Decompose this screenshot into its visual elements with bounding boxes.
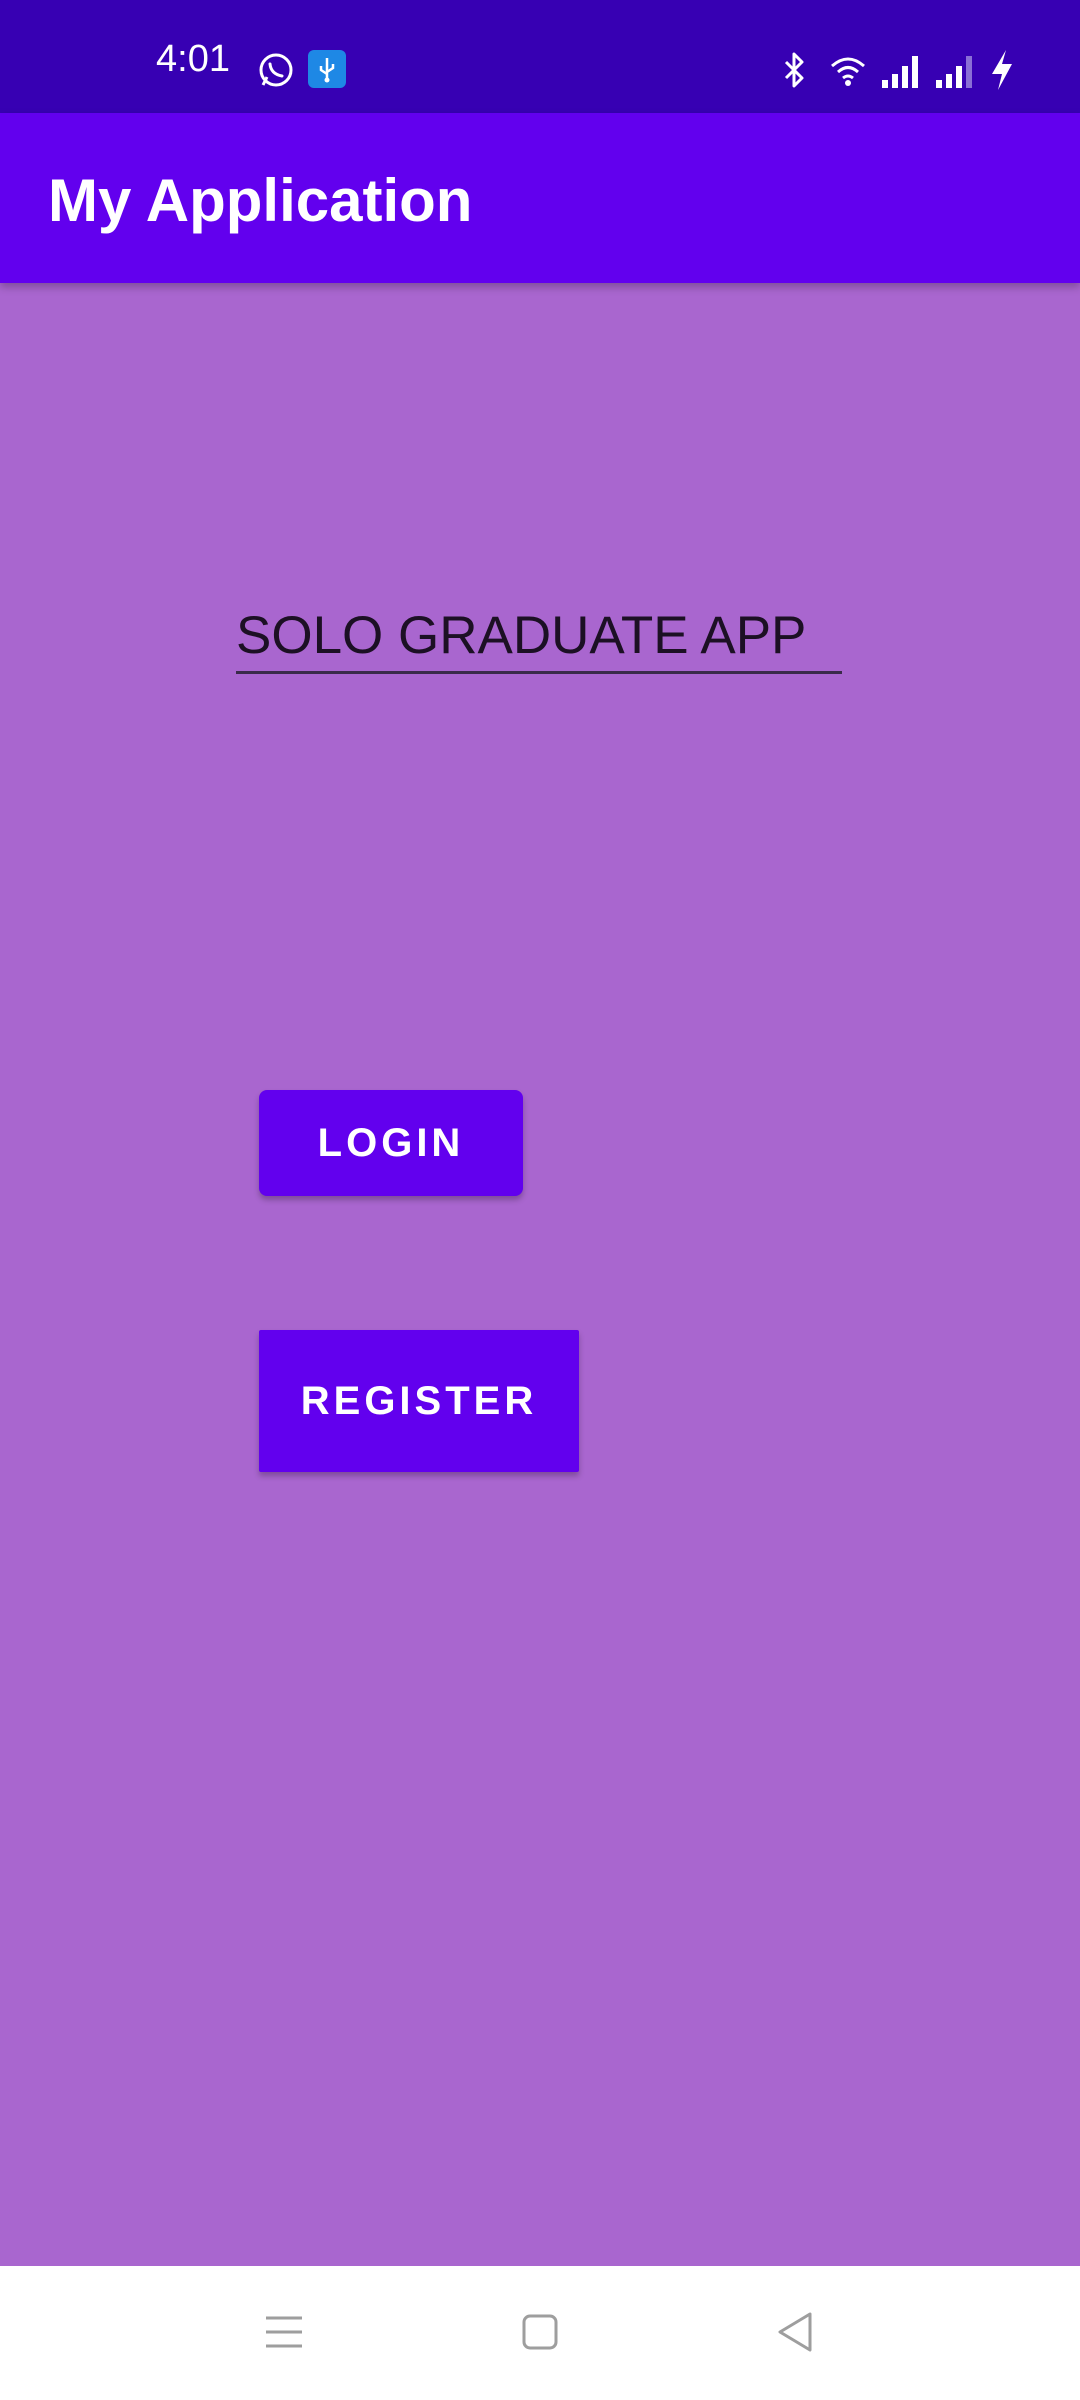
signal-icon bbox=[882, 56, 918, 88]
back-icon[interactable] bbox=[774, 2310, 818, 2354]
home-icon[interactable] bbox=[518, 2310, 562, 2354]
status-bar: 4:01 bbox=[0, 0, 1080, 113]
app-title: My Application bbox=[48, 167, 473, 234]
app-name-input[interactable] bbox=[236, 600, 842, 671]
charging-icon bbox=[992, 50, 1012, 90]
signal-icon bbox=[936, 56, 972, 88]
bluetooth-icon bbox=[784, 52, 804, 88]
whatsapp-icon bbox=[259, 53, 293, 87]
navigation-bar bbox=[0, 2266, 1080, 2400]
wifi-icon bbox=[831, 57, 865, 86]
usb-debug-icon bbox=[308, 50, 346, 88]
menu-icon[interactable] bbox=[262, 2310, 306, 2354]
app-name-field[interactable] bbox=[236, 600, 842, 674]
register-button[interactable]: REGISTER bbox=[259, 1330, 579, 1472]
status-time: 4:01 bbox=[156, 38, 230, 80]
app-bar: My Application bbox=[0, 113, 1080, 283]
login-button[interactable]: LOGIN bbox=[259, 1090, 523, 1196]
